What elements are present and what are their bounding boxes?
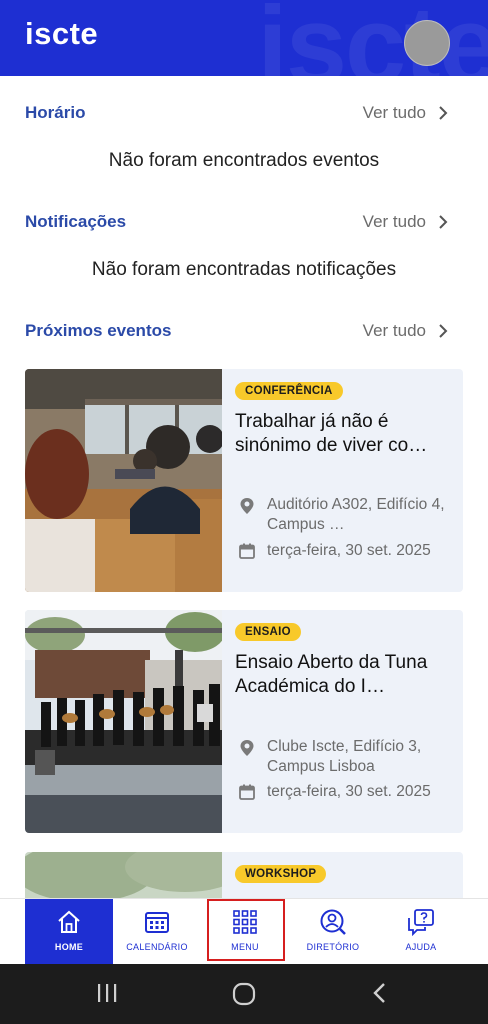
event-image-tuna-rehearsal — [25, 610, 222, 833]
bottom-navigation: HOME CALENDÁRIO MENU DIRETÓRIO AJUDA — [0, 898, 488, 965]
iscte-logo[interactable]: iscte — [25, 16, 98, 52]
nav-calendar-label: CALENDÁRIO — [126, 942, 188, 952]
event-title: Ensaio Aberto da Tuna Académica do I… — [235, 652, 428, 697]
home-icon — [58, 910, 80, 933]
schedule-section-header: Horário Ver tudo — [25, 99, 450, 127]
nav-home[interactable]: HOME — [25, 899, 113, 965]
chevron-right-icon — [439, 324, 448, 338]
notifications-section-header: Notificações Ver tudo — [25, 208, 450, 236]
help-chat-icon — [408, 909, 434, 936]
chevron-right-icon — [439, 106, 448, 120]
app-screen: iscte iscte Horário Ver tudo Não foram e… — [0, 0, 488, 1024]
home-circle-icon[interactable] — [232, 982, 256, 1006]
calendar-small-icon — [239, 543, 255, 559]
nav-directory-label: DIRETÓRIO — [306, 942, 360, 952]
schedule-see-all-label: Ver tudo — [362, 103, 426, 122]
events-see-all-label: Ver tudo — [362, 321, 426, 340]
user-avatar-icon[interactable] — [404, 20, 450, 66]
header-watermark: iscte — [257, 0, 488, 76]
event-date-text: terça-feira, 30 set. 2025 — [267, 542, 431, 559]
event-category-badge: ENSAIO — [235, 623, 301, 641]
schedule-title: Horário — [25, 103, 86, 122]
event-info: CONFERÊNCIA Trabalhar já não é sinónimo … — [235, 381, 457, 458]
recents-icon[interactable] — [96, 982, 118, 1004]
nav-help-label: AJUDA — [405, 942, 437, 952]
event-category-badge: WORKSHOP — [235, 865, 327, 883]
event-date: terça-feira, 30 set. 2025 — [239, 782, 454, 802]
event-location-text: Clube Iscte, Edifício 3, Campus Lisboa — [267, 738, 422, 775]
grid-menu-icon — [233, 910, 257, 934]
event-location: Clube Iscte, Edifício 3, Campus Lisboa — [239, 737, 454, 777]
chevron-right-icon — [439, 215, 448, 229]
event-card[interactable]: CONFERÊNCIA Trabalhar já não é sinónimo … — [25, 369, 463, 592]
person-search-icon — [320, 909, 346, 935]
location-pin-icon — [240, 498, 254, 514]
notifications-empty-message: Não foram encontradas notificações — [91, 259, 397, 280]
schedule-see-all-link[interactable]: Ver tudo — [363, 103, 450, 123]
calendar-icon — [145, 912, 169, 933]
event-location-text: Auditório A302, Edifício 4, Campus … — [267, 496, 445, 533]
nav-menu[interactable]: MENU — [201, 899, 289, 965]
back-icon[interactable] — [370, 982, 390, 1004]
calendar-small-icon — [239, 784, 255, 800]
event-title: Trabalhar já não é sinónimo de viver co… — [235, 411, 428, 456]
event-info: ENSAIO Ensaio Aberto da Tuna Académica d… — [235, 622, 457, 699]
event-card[interactable]: ENSAIO Ensaio Aberto da Tuna Académica d… — [25, 610, 463, 833]
event-location: Auditório A302, Edifício 4, Campus … — [239, 495, 454, 535]
app-header: iscte iscte — [0, 0, 488, 76]
notifications-see-all-link[interactable]: Ver tudo — [363, 212, 450, 232]
event-image-auditorium — [25, 369, 222, 592]
event-category-badge: CONFERÊNCIA — [235, 382, 343, 400]
notifications-see-all-label: Ver tudo — [362, 212, 426, 231]
notifications-title: Notificações — [25, 212, 127, 231]
nav-directory[interactable]: DIRETÓRIO — [289, 899, 377, 965]
events-section-header: Próximos eventos Ver tudo — [25, 317, 450, 345]
event-info: WORKSHOP — [235, 864, 457, 883]
nav-menu-label: MENU — [231, 942, 259, 952]
event-date: terça-feira, 30 set. 2025 — [239, 541, 454, 561]
nav-calendar[interactable]: CALENDÁRIO — [113, 899, 201, 965]
events-see-all-link[interactable]: Ver tudo — [363, 321, 450, 341]
events-title: Próximos eventos — [25, 321, 172, 340]
nav-home-label: HOME — [54, 942, 84, 952]
event-date-text: terça-feira, 30 set. 2025 — [267, 783, 431, 800]
system-navigation-bar — [0, 964, 488, 1024]
schedule-empty-message: Não foram encontrados eventos — [108, 150, 380, 171]
nav-help[interactable]: AJUDA — [377, 899, 465, 965]
location-pin-icon — [240, 740, 254, 756]
